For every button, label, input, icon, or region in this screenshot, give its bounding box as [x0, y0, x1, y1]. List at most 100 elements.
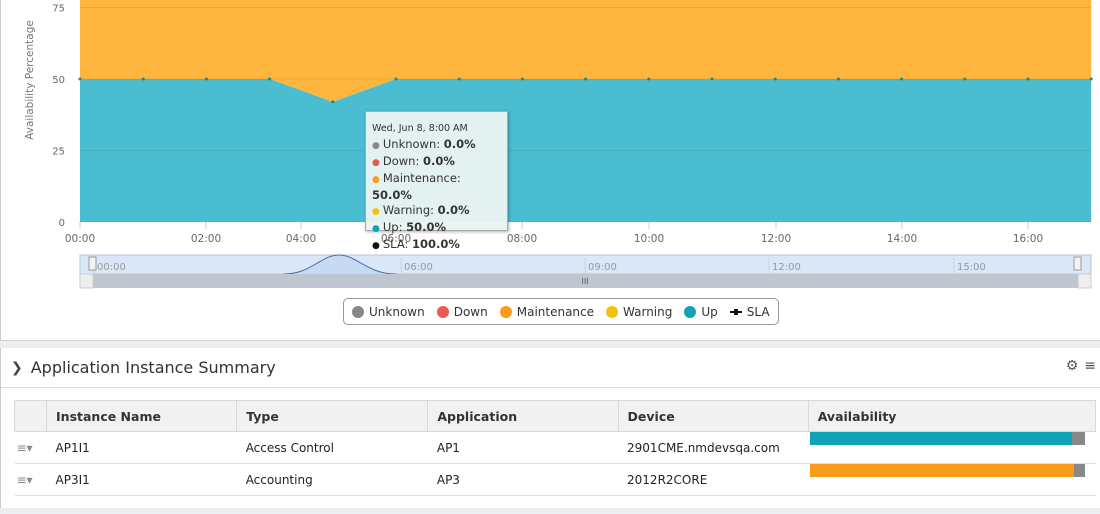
tooltip-row: ● Unknown: 0.0%: [372, 137, 501, 154]
legend-swatch-icon: [436, 305, 449, 318]
navigator-tick-label: 15:00: [957, 262, 986, 273]
sla-line-icon: [729, 308, 742, 315]
x-tick-label: 04:00: [286, 233, 316, 245]
availability-chart: 0 25 50 75 Availability Percentage 00:00 02:00…: [24, 0, 1093, 289]
tooltip-value: 0.0%: [443, 137, 476, 151]
column-header[interactable]: Instance Name: [46, 400, 238, 432]
unknown-segment: [1074, 463, 1086, 477]
legend-item-up[interactable]: Up: [684, 304, 718, 319]
up-point[interactable]: [836, 77, 840, 81]
unknown-segment: [1071, 431, 1086, 445]
series-dot-icon: ●: [372, 241, 380, 251]
tooltip-row: ● Warning: 0.0%: [372, 203, 501, 220]
up-point[interactable]: [900, 77, 904, 81]
instance-name-cell[interactable]: AP1I1: [46, 431, 237, 464]
up-point[interactable]: [1026, 77, 1030, 81]
legend-swatch-icon: [684, 305, 697, 318]
navigator-right-handle[interactable]: [1073, 256, 1082, 271]
navigator-tick-label: 06:00: [404, 262, 433, 273]
table-row[interactable]: ≡▾ AP3I1 Accounting AP3 2012R2CORE: [14, 463, 1096, 496]
legend-item-sla[interactable]: SLA: [729, 305, 770, 319]
tooltip-row: ● Down: 0.0%: [372, 154, 501, 171]
series-dot-icon: ●: [372, 207, 380, 217]
up-point[interactable]: [647, 77, 651, 81]
x-tick-label: 16:00: [1013, 233, 1043, 245]
up-point[interactable]: [773, 77, 777, 81]
tooltip-value: 50.0%: [406, 220, 447, 234]
tooltip-row: ● SLA: 100.0%: [372, 237, 501, 254]
table-row[interactable]: ≡▾ AP1I1 Access Control AP1 2901CME.nmde…: [14, 431, 1096, 464]
tooltip-row: ● Up: 50.0%: [372, 220, 501, 237]
scroll-left-button[interactable]: [79, 273, 94, 289]
application-cell: AP3: [427, 463, 619, 496]
navigator-left-handle[interactable]: [88, 256, 97, 271]
tooltip-label: Maintenance:: [382, 171, 461, 185]
column-menu-icon[interactable]: ≡: [1084, 358, 1096, 374]
series-dot-icon: ●: [372, 224, 380, 234]
up-point[interactable]: [963, 77, 967, 81]
up-point[interactable]: [584, 77, 588, 81]
up-point[interactable]: [141, 77, 145, 81]
availability-bar: [810, 463, 1086, 477]
device-cell: 2901CME.nmdevsqa.com: [618, 431, 809, 464]
instance-name-cell[interactable]: AP3I1: [46, 463, 237, 496]
gear-icon[interactable]: ⚙: [1066, 358, 1079, 374]
legend-item-unknown[interactable]: Unknown: [352, 305, 425, 319]
legend-label: Up: [701, 304, 718, 319]
y-tick-label: 50: [52, 75, 65, 86]
tooltip-label: Unknown:: [382, 137, 441, 151]
chart-legend: Unknown Down Maintenance Warning Up SLA: [343, 298, 779, 325]
navigator-tick-label: 09:00: [588, 262, 617, 273]
series-dot-icon: ●: [372, 141, 380, 151]
row-menu-icon[interactable]: ≡▾: [14, 431, 47, 464]
x-tick-label: 12:00: [761, 233, 791, 245]
tooltip-label: Down:: [382, 154, 420, 168]
scrollbar-grip[interactable]: III: [581, 277, 588, 286]
y-axis-label: Availability Percentage: [24, 20, 36, 140]
x-tick-label: 08:00: [507, 233, 537, 245]
x-tick-label: 10:00: [634, 233, 664, 245]
tooltip-label: Warning:: [382, 203, 435, 217]
legend-label: Warning: [623, 304, 673, 319]
up-point[interactable]: [268, 77, 272, 81]
y-tick-label: 0: [59, 218, 65, 229]
tooltip-value: 0.0%: [422, 154, 455, 168]
tooltip-value: 0.0%: [437, 203, 470, 217]
tooltip-header: Wed, Jun 8, 8:00 AM: [372, 123, 468, 134]
column-header[interactable]: Application: [427, 400, 619, 432]
application-instance-summary-panel: ❯ Application Instance Summary ⚙ ≡ Insta…: [0, 348, 1100, 508]
column-header[interactable]: Availability: [807, 400, 1097, 432]
tooltip-value: 100.0%: [412, 237, 460, 251]
series-dot-icon: ●: [372, 158, 380, 168]
legend-label: Maintenance: [516, 304, 595, 319]
collapse-chevron-icon[interactable]: ❯: [11, 360, 23, 376]
row-menu-icon[interactable]: ≡▾: [14, 463, 47, 496]
column-header[interactable]: Device: [617, 400, 809, 432]
up-point[interactable]: [204, 77, 208, 81]
availability-cell: [808, 463, 1096, 496]
up-point[interactable]: [520, 77, 524, 81]
scroll-right-button[interactable]: [1077, 273, 1092, 289]
legend-swatch-icon: [352, 305, 364, 318]
navigator-tick-label: 12:00: [772, 262, 801, 273]
up-point[interactable]: [1089, 77, 1093, 81]
column-header[interactable]: Type: [236, 400, 429, 432]
type-cell: Access Control: [236, 431, 428, 464]
tooltip-label: Up:: [382, 220, 403, 234]
up-point[interactable]: [394, 77, 398, 81]
application-cell: AP1: [427, 431, 619, 464]
x-tick-label: 14:00: [887, 233, 917, 245]
menu-column-header: [13, 400, 48, 432]
tooltip-row: ● Maintenance: 50.0%: [372, 171, 501, 203]
legend-item-maintenance[interactable]: Maintenance: [499, 304, 595, 319]
up-point[interactable]: [331, 100, 335, 104]
up-point[interactable]: [78, 77, 82, 81]
legend-label: Down: [453, 304, 488, 319]
up-point[interactable]: [457, 77, 461, 81]
up-segment: [810, 431, 1072, 445]
legend-item-warning[interactable]: Warning: [606, 305, 672, 319]
up-point[interactable]: [710, 77, 714, 81]
legend-item-down[interactable]: Down: [436, 304, 488, 319]
x-tick-label: 00:00: [65, 233, 95, 245]
tooltip-value: 50.0%: [372, 188, 412, 202]
